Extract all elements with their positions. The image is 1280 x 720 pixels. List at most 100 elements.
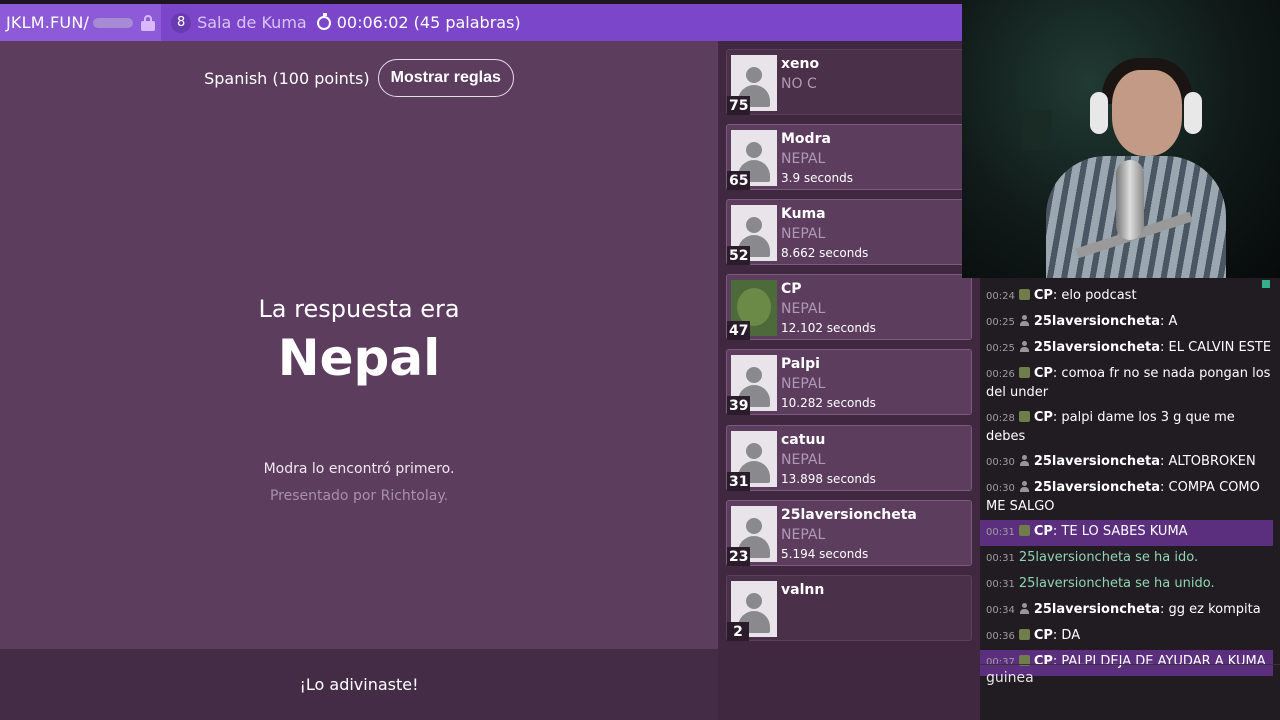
player-time: 8.662 seconds bbox=[781, 246, 869, 260]
player-answer: NEPAL bbox=[781, 452, 826, 468]
player-card[interactable]: 65 Modra NEPAL 3.9 seconds bbox=[726, 124, 972, 190]
player-score: 23 bbox=[727, 547, 751, 566]
message-time: 00:34 bbox=[986, 605, 1015, 616]
player-score: 65 bbox=[727, 171, 751, 190]
avatar-icon bbox=[1018, 411, 1030, 422]
avatar-icon bbox=[1018, 525, 1030, 536]
message-time: 00:30 bbox=[986, 457, 1015, 468]
player-card[interactable]: 39 Palpi NEPAL 10.282 seconds bbox=[726, 349, 972, 415]
player-card[interactable]: 23 25laversioncheta NEPAL 5.194 seconds bbox=[726, 500, 972, 566]
message-text: : ALTOBROKEN bbox=[1160, 454, 1256, 469]
player-name: Palpi bbox=[781, 356, 820, 372]
microphone-icon bbox=[1116, 160, 1144, 240]
room-name: Sala de Kuma bbox=[197, 13, 307, 32]
message-time: 00:36 bbox=[986, 631, 1015, 642]
player-answer: NEPAL bbox=[781, 151, 826, 167]
user-icon bbox=[1019, 455, 1030, 466]
round-timer: 00:06:02 (45 palabras) bbox=[336, 13, 521, 32]
language-label: Spanish (100 points) bbox=[204, 68, 370, 88]
chat-message: 00:28 CP: palpi dame los 3 g que me debes bbox=[980, 406, 1280, 450]
message-author[interactable]: 25laversioncheta bbox=[1034, 314, 1160, 329]
message-author[interactable]: 25laversioncheta bbox=[1034, 340, 1160, 355]
message-text: : DA bbox=[1052, 628, 1081, 643]
chat-input[interactable]: guinea bbox=[980, 670, 1280, 692]
message-author[interactable]: CP bbox=[1034, 366, 1053, 381]
player-score: 31 bbox=[727, 472, 751, 491]
user-icon bbox=[1019, 315, 1030, 326]
message-time: 00:26 bbox=[986, 369, 1015, 380]
message-time: 00:24 bbox=[986, 291, 1015, 302]
message-text: : gg ez kompita bbox=[1160, 602, 1261, 617]
message-time: 00:30 bbox=[986, 483, 1015, 494]
first-finder-text: Modra lo encontró primero. bbox=[263, 461, 455, 477]
game-panel: Spanish (100 points) Mostrar reglas La r… bbox=[0, 41, 718, 649]
message-author[interactable]: CP bbox=[1034, 410, 1053, 425]
player-card[interactable]: 31 catuu NEPAL 13.898 seconds bbox=[726, 425, 972, 491]
chat-message: 00:26 CP: comoa fr no se nada pongan los … bbox=[980, 362, 1280, 406]
system-message-text: 25laversioncheta se ha ido. bbox=[1018, 550, 1199, 565]
message-time: 00:31 bbox=[986, 579, 1015, 590]
chat-message: 00:36 CP: DA bbox=[980, 624, 1280, 650]
player-answer: NEPAL bbox=[781, 527, 826, 543]
user-icon bbox=[1019, 481, 1030, 492]
chat-message: 00:30 25laversioncheta: COMPA COMO ME SAL… bbox=[980, 476, 1280, 520]
chat-message: 00:25 25laversioncheta: A bbox=[980, 310, 1280, 336]
message-author[interactable]: 25laversioncheta bbox=[1034, 602, 1160, 617]
message-author[interactable]: 25laversioncheta bbox=[1034, 454, 1160, 469]
player-answer: NO C bbox=[781, 76, 817, 92]
chat-panel: 00:24 CP: elo podcast 00:25 25laversionchet… bbox=[980, 278, 1280, 720]
site-name: JKLM.FUN/ bbox=[6, 13, 90, 32]
player-name: 25laversioncheta bbox=[781, 507, 917, 523]
player-name: Kuma bbox=[781, 206, 826, 222]
player-time: 5.194 seconds bbox=[781, 547, 869, 561]
player-answer: NEPAL bbox=[781, 301, 826, 317]
chat-message: 00:31 25laversioncheta se ha ido. bbox=[980, 546, 1280, 572]
player-card[interactable]: 52 Kuma NEPAL 8.662 seconds bbox=[726, 199, 972, 265]
message-author[interactable]: CP bbox=[1034, 288, 1053, 303]
chat-message: 00:31 25laversioncheta se ha unido. bbox=[980, 572, 1280, 598]
system-message-text: 25laversioncheta se ha unido. bbox=[1018, 576, 1215, 591]
message-time: 00:31 bbox=[986, 527, 1015, 538]
presented-by-text: Presentado por Richtolay. bbox=[269, 488, 449, 504]
room-code-blurred bbox=[93, 17, 134, 28]
message-author[interactable]: CP bbox=[1034, 654, 1053, 669]
message-text: : EL CALVIN ESTE bbox=[1160, 340, 1272, 355]
player-card[interactable]: 2 valnn bbox=[726, 575, 972, 641]
chat-message: 00:34 25laversioncheta: gg ez kompita bbox=[980, 598, 1280, 624]
player-time: 10.282 seconds bbox=[781, 396, 876, 410]
player-card[interactable]: 75 xeno NO C bbox=[726, 49, 972, 115]
message-author[interactable]: CP bbox=[1034, 628, 1053, 643]
player-name: catuu bbox=[781, 432, 826, 448]
guess-status-text: ¡Lo adivinaste! bbox=[299, 675, 419, 694]
lock-icon bbox=[141, 14, 156, 31]
player-name: CP bbox=[781, 281, 802, 297]
player-count-badge: 8 bbox=[171, 12, 192, 33]
player-time: 12.102 seconds bbox=[781, 321, 876, 335]
player-name: xeno bbox=[781, 56, 820, 72]
chat-message: 00:30 25laversioncheta: ALTOBROKEN bbox=[980, 450, 1280, 476]
player-score: 2 bbox=[727, 622, 749, 641]
guess-status-bar: ¡Lo adivinaste! bbox=[0, 649, 718, 720]
player-score: 39 bbox=[727, 396, 751, 415]
message-author[interactable]: CP bbox=[1034, 524, 1053, 539]
app-root: JKLM.FUN/ 8 Sala de Kuma 00:06:02 (45 pa… bbox=[0, 0, 1280, 720]
message-time: 00:28 bbox=[986, 413, 1015, 424]
site-brand[interactable]: JKLM.FUN/ bbox=[0, 4, 162, 41]
show-rules-button[interactable]: Mostrar reglas bbox=[377, 59, 514, 97]
chat-messages: 00:24 CP: elo podcast 00:25 25laversionchet… bbox=[980, 284, 1280, 676]
language-row: Spanish (100 points) Mostrar reglas bbox=[0, 59, 718, 97]
message-text: : TE LO SABES KUMA bbox=[1052, 524, 1188, 539]
player-name: Modra bbox=[781, 131, 831, 147]
message-time: 00:25 bbox=[986, 343, 1015, 354]
top-bar: JKLM.FUN/ 8 Sala de Kuma 00:06:02 (45 pa… bbox=[0, 4, 962, 41]
message-author[interactable]: 25laversioncheta bbox=[1034, 480, 1160, 495]
chat-message: 00:24 CP: elo podcast bbox=[980, 284, 1280, 310]
answer-label: La respuesta era bbox=[258, 295, 460, 323]
player-answer: NEPAL bbox=[781, 226, 826, 242]
player-card[interactable]: 47 CP NEPAL 12.102 seconds bbox=[726, 274, 972, 340]
player-score: 52 bbox=[727, 246, 751, 265]
stopwatch-icon bbox=[316, 12, 331, 30]
chat-message: 00:25 25laversioncheta: EL CALVIN ESTE bbox=[980, 336, 1280, 362]
player-name: valnn bbox=[781, 582, 825, 598]
avatar-icon bbox=[1018, 367, 1030, 378]
